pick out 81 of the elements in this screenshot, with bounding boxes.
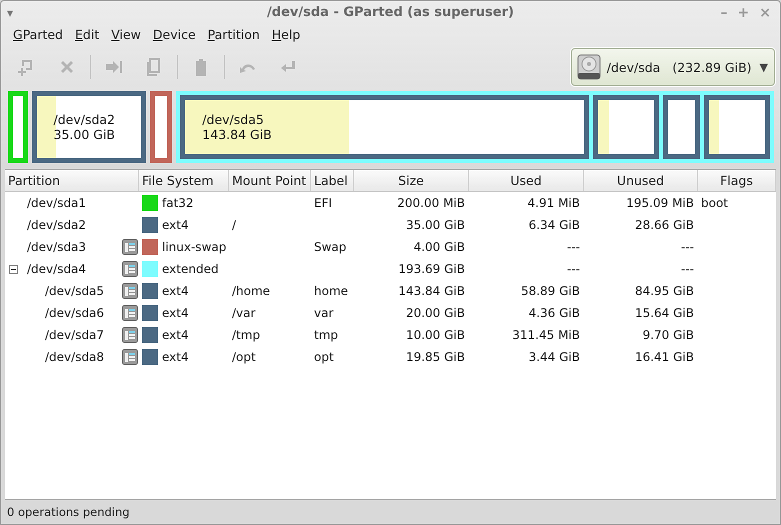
table-cell: 16.41 GiB: [634, 350, 694, 364]
partition-block[interactable]: [704, 95, 770, 159]
column-header[interactable]: Label: [311, 170, 354, 191]
table-cell-text: /dev/sda5: [45, 284, 106, 298]
table-cell: 4.91 MiB: [528, 196, 580, 210]
table-cell: ext4: [162, 350, 189, 364]
table-cell: ---: [567, 262, 580, 276]
table-cell: 19.85 GiB: [406, 350, 465, 364]
partition-size: 35.00 GiB: [54, 127, 116, 142]
partition-name: /dev/sda2: [54, 112, 116, 127]
table-cell-text: /dev/sda7: [45, 328, 106, 342]
extended-partition-block[interactable]: /dev/sda5 143.84 GiB: [176, 91, 774, 163]
table-cell: 3.44 GiB: [528, 350, 580, 364]
menu-item[interactable]: Device: [146, 26, 202, 42]
table-cell: 15.64 GiB: [634, 306, 694, 320]
table-cell: /: [232, 218, 236, 232]
partition-size: 143.84 GiB: [202, 127, 272, 142]
column-header[interactable]: Unused: [584, 170, 698, 191]
table-cell: /var: [232, 306, 256, 320]
table-cell: /tmp: [232, 328, 260, 342]
table-cell: Swap: [314, 240, 346, 254]
table-cell: opt: [314, 350, 334, 364]
table-cell: ---: [681, 240, 694, 254]
table-cell: home: [314, 284, 348, 298]
table-cell: 143.84 GiB: [398, 284, 465, 298]
column-header[interactable]: Size: [354, 170, 469, 191]
partition-block[interactable]: /dev/sda2 35.00 GiB: [32, 91, 146, 163]
table-cell: ---: [567, 240, 580, 254]
table-cell-text: /dev/sda3: [27, 240, 88, 254]
column-header[interactable]: Used: [469, 170, 584, 191]
table-cell-text: /dev/sda6: [45, 306, 106, 320]
table-cell: 28.66 GiB: [634, 218, 694, 232]
table-cell: extended: [162, 262, 219, 276]
table-cell: /opt: [232, 350, 256, 364]
table-cell: 84.95 GiB: [634, 284, 694, 298]
table-cell: 193.69 GiB: [398, 262, 465, 276]
table-cell: linux-swap: [162, 240, 226, 254]
table-cell: 35.00 GiB: [406, 218, 465, 232]
menu-item[interactable]: View: [105, 26, 147, 42]
column-header[interactable]: File System: [139, 170, 229, 191]
table-cell: /home: [232, 284, 270, 298]
window-menu-icon[interactable]: ▾: [7, 6, 14, 20]
table-cell: 200.00 MiB: [397, 196, 465, 210]
menu-item[interactable]: Partition: [202, 26, 266, 42]
table-cell: fat32: [162, 196, 194, 210]
table-cell: 20.00 GiB: [406, 306, 465, 320]
table-cell: 4.00 GiB: [414, 240, 465, 254]
table-cell-text: /dev/sda4: [27, 262, 88, 276]
table-cell: 195.09 MiB: [626, 196, 694, 210]
table-cell: 6.34 GiB: [528, 218, 580, 232]
partition-block[interactable]: /dev/sda5 143.84 GiB: [180, 95, 589, 159]
table-cell-text: /dev/sda8: [45, 350, 106, 364]
partition-block[interactable]: [150, 91, 172, 163]
table-cell: var: [314, 306, 334, 320]
column-header[interactable]: Mount Point: [229, 170, 311, 191]
table-cell: ext4: [162, 306, 189, 320]
table-cell-text: /dev/sda2: [27, 218, 88, 232]
table-cell: boot: [701, 196, 728, 210]
table-cell: 10.00 GiB: [406, 328, 465, 342]
column-header[interactable]: Partition: [5, 170, 139, 191]
table-cell-text: /dev/sda1: [27, 196, 88, 210]
table-cell: ---: [681, 262, 694, 276]
device-selector[interactable]: /dev/sda (232.89 GiB) ▼: [570, 48, 775, 86]
table-cell: EFI: [314, 196, 332, 210]
status-text: 0 operations pending: [7, 505, 130, 519]
window-title: /dev/sda - GParted (as superuser): [267, 5, 514, 20]
column-header[interactable]: Flags: [698, 170, 776, 191]
table-cell: ext4: [162, 284, 189, 298]
menu-item[interactable]: GParted: [7, 26, 69, 42]
menu-item[interactable]: Help: [266, 26, 306, 42]
table-cell: ext4: [162, 218, 189, 232]
table-cell: 4.36 GiB: [528, 306, 580, 320]
menu-item[interactable]: Edit: [69, 26, 106, 42]
partition-block[interactable]: [592, 95, 659, 159]
table-cell: 311.45 MiB: [512, 328, 580, 342]
partition-name: /dev/sda5: [202, 112, 265, 127]
table-cell: ext4: [162, 328, 189, 342]
table-cell: tmp: [314, 328, 338, 342]
table-cell: 9.70 GiB: [642, 328, 694, 342]
table-cell: 58.89 GiB: [520, 284, 580, 298]
partition-block[interactable]: [662, 95, 700, 159]
